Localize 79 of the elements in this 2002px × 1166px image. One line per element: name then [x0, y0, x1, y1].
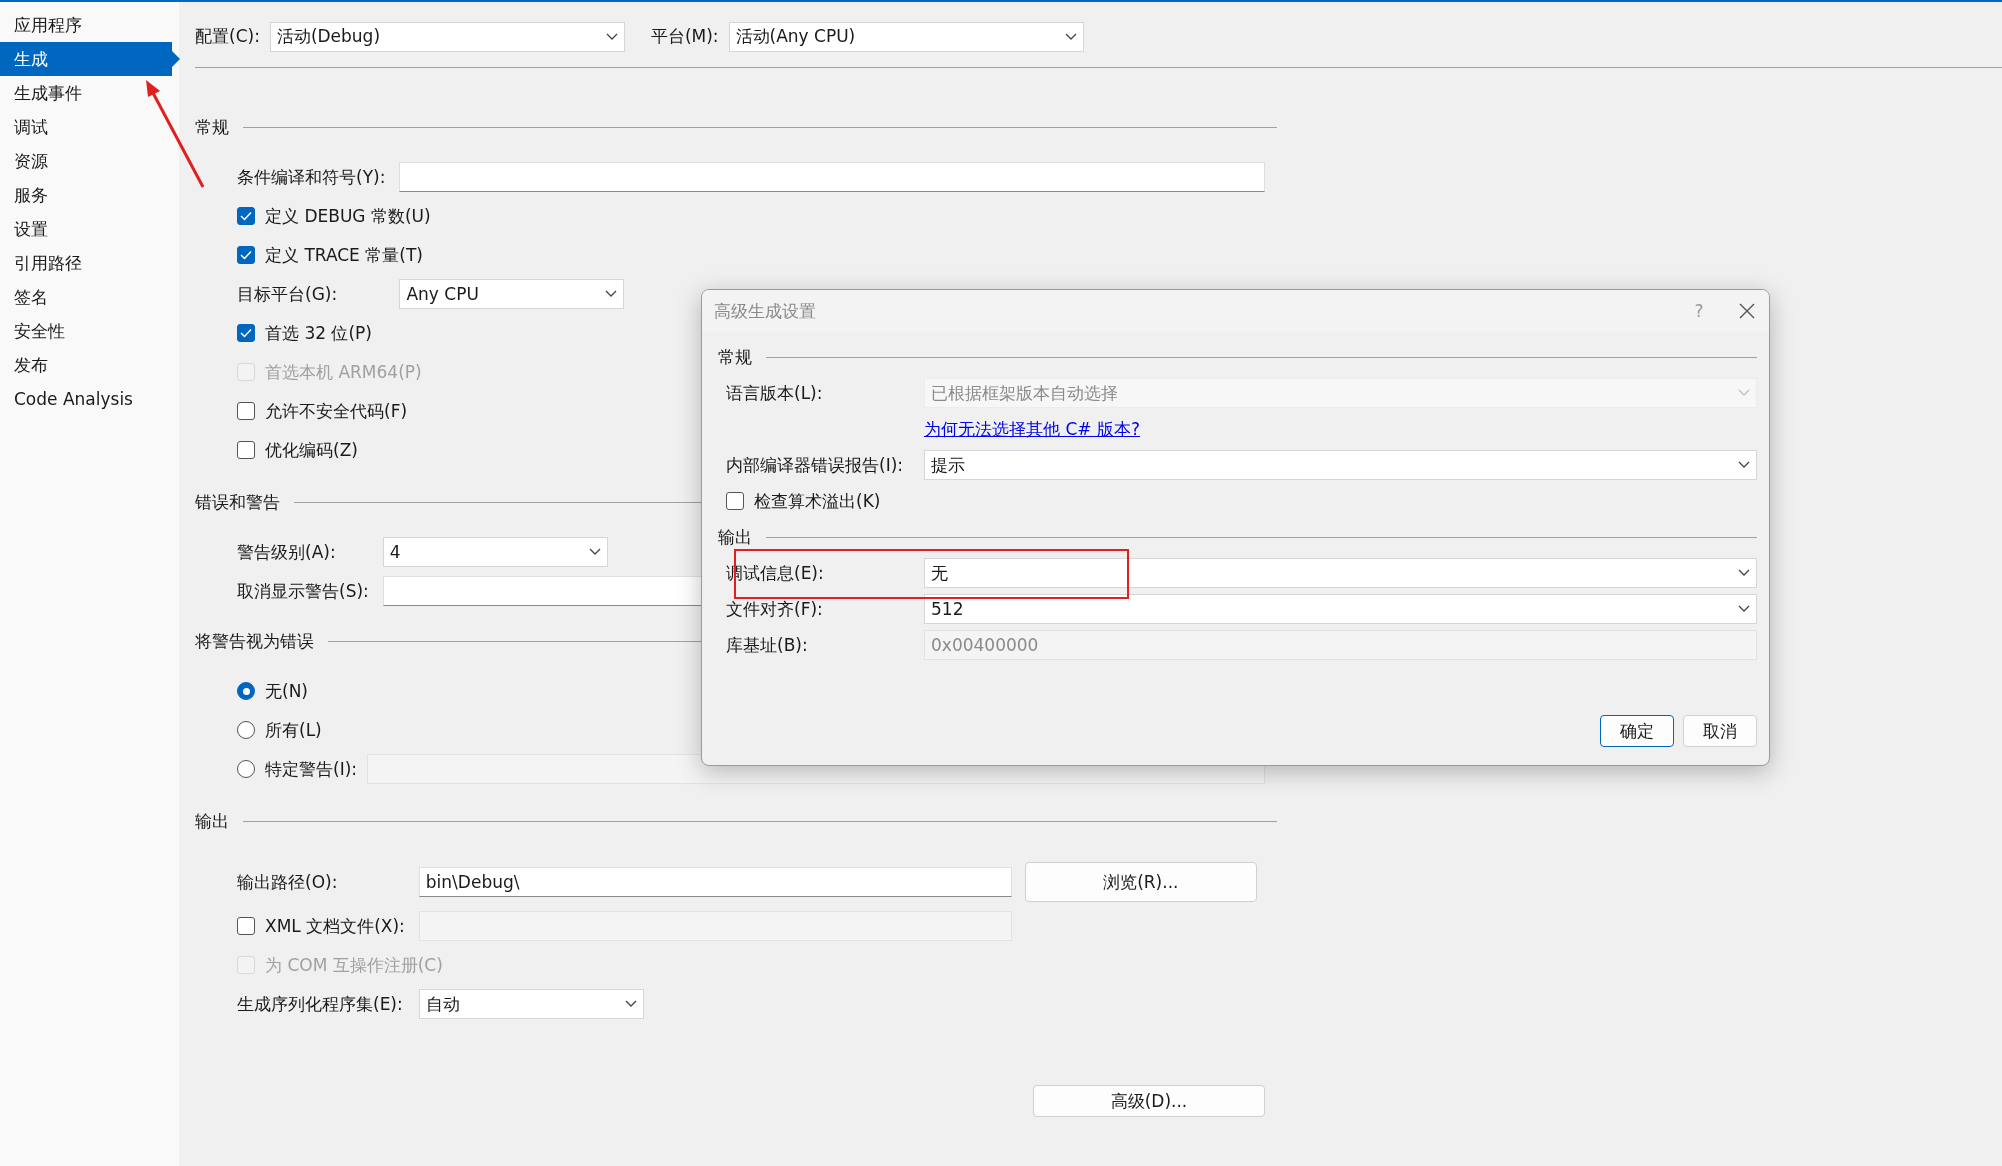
field-label: 目标平台(G): [237, 282, 339, 306]
dropdown[interactable]: 4 [382, 537, 608, 567]
checkbox-label: 定义 DEBUG 常数(U) [265, 204, 431, 228]
dialog-button[interactable]: 取消 [1683, 715, 1757, 747]
sidebar-item[interactable]: 应用程序 [0, 8, 172, 42]
checkbox[interactable] [237, 324, 255, 342]
field-label: 配置(C): [195, 25, 260, 48]
checkbox-label: 检查算术溢出(K) [754, 489, 881, 513]
sidebar-item[interactable]: 设置 [0, 212, 172, 246]
field-label: 取消显示警告(S): [237, 579, 369, 603]
chevron-down-icon [605, 290, 618, 298]
sidebar-item[interactable]: 安全性 [0, 314, 172, 348]
checkbox-label: 为 COM 互操作注册(C) [265, 953, 443, 977]
help-link[interactable]: 为何无法选择其他 C# 版本? [924, 417, 1757, 441]
chevron-down-icon [588, 548, 601, 556]
sidebar-item[interactable]: 生成事件 [0, 76, 172, 110]
section-title: 将警告视为错误 [195, 629, 314, 653]
chevron-down-icon [1738, 605, 1750, 613]
checkbox-label: 允许不安全代码(F) [265, 399, 408, 423]
chevron-down-icon [1738, 461, 1750, 469]
field-label: 输出路径(O): [237, 870, 339, 894]
field-label: 库基址(B): [726, 633, 809, 657]
dialog-title: 高级生成设置 [714, 299, 817, 323]
section-title: 错误和警告 [195, 490, 280, 514]
field-label: 内部编译器错误报告(I): [726, 453, 904, 477]
field-label: 警告级别(A): [237, 540, 337, 564]
checkbox[interactable] [237, 246, 255, 264]
chevron-down-icon [624, 1000, 637, 1008]
dropdown[interactable]: 无 [924, 558, 1757, 588]
section-title: 输出 [718, 525, 752, 549]
checkmark-icon [240, 211, 252, 221]
field-label: 条件编译和符号(Y): [237, 165, 386, 189]
radio-button[interactable] [237, 682, 255, 700]
section-title: 输出 [195, 809, 229, 833]
checkbox-label: 首选 32 位(P) [265, 321, 372, 345]
input-field[interactable] [399, 162, 1265, 192]
checkbox-label: 优化编码(Z) [265, 438, 358, 462]
checkbox-label: XML 文档文件(X): [265, 914, 405, 938]
chevron-down-icon [1738, 569, 1750, 577]
sidebar-item[interactable]: 资源 [0, 144, 172, 178]
dropdown[interactable]: 活动(Debug) [269, 21, 625, 52]
checkbox[interactable] [726, 492, 744, 510]
chevron-down-icon [1738, 389, 1750, 397]
radio-label: 特定警告(I): [265, 757, 357, 781]
close-icon[interactable] [1739, 303, 1755, 319]
checkbox[interactable] [237, 441, 255, 459]
sidebar-item[interactable]: Code Analysis [0, 382, 172, 416]
radio-label: 无(N) [265, 679, 308, 703]
dropdown[interactable]: 自动 [418, 989, 644, 1019]
checkmark-icon [240, 250, 252, 260]
checkbox[interactable] [237, 207, 255, 225]
checkmark-icon [240, 328, 252, 338]
section-title: 常规 [718, 345, 752, 369]
selection-pointer [172, 51, 180, 67]
sidebar-item[interactable]: 调试 [0, 110, 172, 144]
dropdown[interactable]: 活动(Any CPU) [728, 21, 1084, 52]
checkbox-label: 定义 TRACE 常量(T) [265, 243, 423, 267]
chevron-down-icon [605, 32, 618, 41]
dialog-button[interactable]: 确定 [1600, 715, 1674, 747]
sidebar-item[interactable]: 引用路径 [0, 246, 172, 280]
field-label: 平台(M): [650, 25, 719, 48]
input-field[interactable]: bin\Debug\ [418, 867, 1012, 897]
radio-label: 所有(L) [265, 718, 322, 742]
field-label: 语言版本(L): [726, 381, 824, 405]
dropdown[interactable]: 提示 [924, 450, 1757, 480]
radio-button[interactable] [237, 721, 255, 739]
section-title: 常规 [195, 115, 229, 139]
sidebar-item[interactable]: 服务 [0, 178, 172, 212]
dropdown[interactable]: 512 [924, 594, 1757, 624]
sidebar-item[interactable]: 发布 [0, 348, 172, 382]
checkbox-label: 首选本机 ARM64(P) [265, 360, 422, 384]
advanced-button[interactable]: 高级(D)... [1033, 1085, 1265, 1117]
field-label: 文件对齐(F): [726, 597, 824, 621]
checkbox[interactable] [237, 402, 255, 420]
field-label: 生成序列化程序集(E): [237, 992, 404, 1016]
chevron-down-icon [1064, 32, 1077, 41]
sidebar-item[interactable]: 签名 [0, 280, 172, 314]
browse-button[interactable]: 浏览(R)... [1024, 862, 1257, 902]
dropdown[interactable]: Any CPU [399, 279, 625, 309]
